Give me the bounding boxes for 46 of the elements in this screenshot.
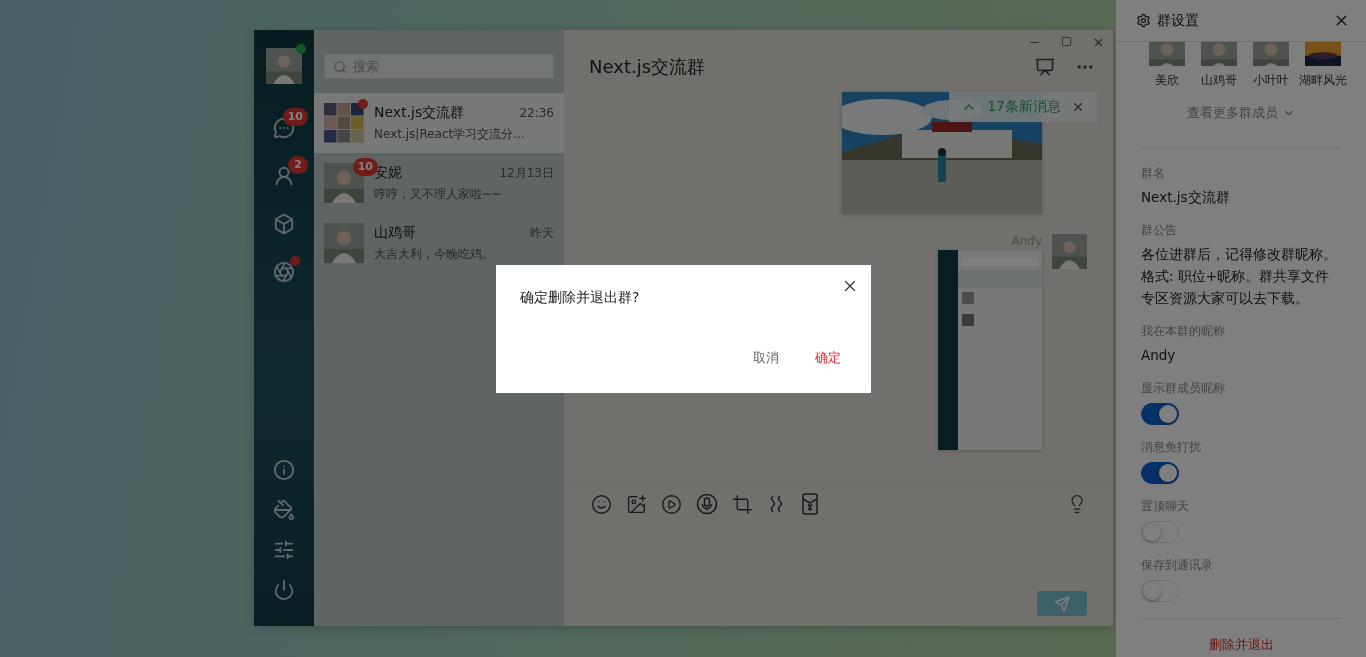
info-icon[interactable] [273, 459, 295, 481]
conversation-item[interactable]: Next.js交流群 22:36 Next.js|React学习交流分... [314, 93, 564, 153]
cube-icon[interactable] [273, 213, 295, 235]
send-icon [1054, 595, 1070, 612]
user-icon[interactable] [273, 165, 295, 187]
close-icon[interactable] [1092, 36, 1105, 49]
cancel-button[interactable]: 取消 [747, 345, 785, 371]
new-messages-bar[interactable]: 17条新消息 [949, 92, 1097, 122]
toggle-switch[interactable] [1141, 403, 1179, 425]
message-preview: Next.js|React学习交流分... [374, 125, 526, 143]
field-value: 各位进群后，记得修改群昵称。格式: 职位+昵称。群共享文件专区资源大家可以去下载。 [1141, 245, 1338, 308]
board-icon[interactable] [1035, 57, 1055, 77]
smile-icon[interactable] [591, 493, 612, 515]
field-value: Next.js交流群 [1141, 188, 1231, 207]
play-icon[interactable] [661, 493, 682, 515]
image-add-icon[interactable] [626, 493, 647, 515]
message-time: 22:36 [519, 105, 554, 120]
settings-icon [1136, 13, 1151, 28]
count-badge: 2 [288, 156, 308, 174]
crop-icon[interactable] [732, 493, 753, 515]
member-name: 小叶叶 [1253, 72, 1289, 89]
field-label: 群名 [1141, 165, 1166, 182]
toggle-switch[interactable] [1141, 462, 1179, 484]
envelope-icon[interactable] [801, 493, 819, 515]
maximize-icon[interactable] [1061, 36, 1072, 47]
contact-name: 山鸡哥 [374, 223, 416, 242]
panel-title: 群设置 [1157, 11, 1200, 30]
paint-bucket-icon[interactable] [273, 499, 295, 521]
field-value: Andy [1141, 346, 1177, 365]
member-name: 湖畔风光 [1299, 72, 1347, 89]
sliders-icon[interactable] [273, 539, 295, 561]
power-icon[interactable] [273, 579, 295, 601]
chat-title: Next.js交流群 [589, 55, 707, 79]
contact-name: Next.js交流群 [374, 103, 465, 122]
dialog-title: 确定删除并退出群? [520, 289, 641, 307]
new-messages-text: 17条新消息 [987, 98, 1061, 116]
member-name: 山鸡哥 [1201, 72, 1237, 89]
confirm-button[interactable]: 确定 [809, 345, 847, 371]
close-icon[interactable] [1071, 100, 1085, 114]
search-icon [333, 60, 347, 74]
count-badge: 10 [352, 158, 378, 176]
exit-group-button[interactable]: 删除并退出 [1202, 635, 1280, 655]
count-badge: 10 [282, 108, 308, 126]
member-name: 美欣 [1155, 72, 1179, 89]
aperture-icon[interactable] [273, 261, 295, 283]
microphone-icon[interactable] [696, 493, 718, 515]
